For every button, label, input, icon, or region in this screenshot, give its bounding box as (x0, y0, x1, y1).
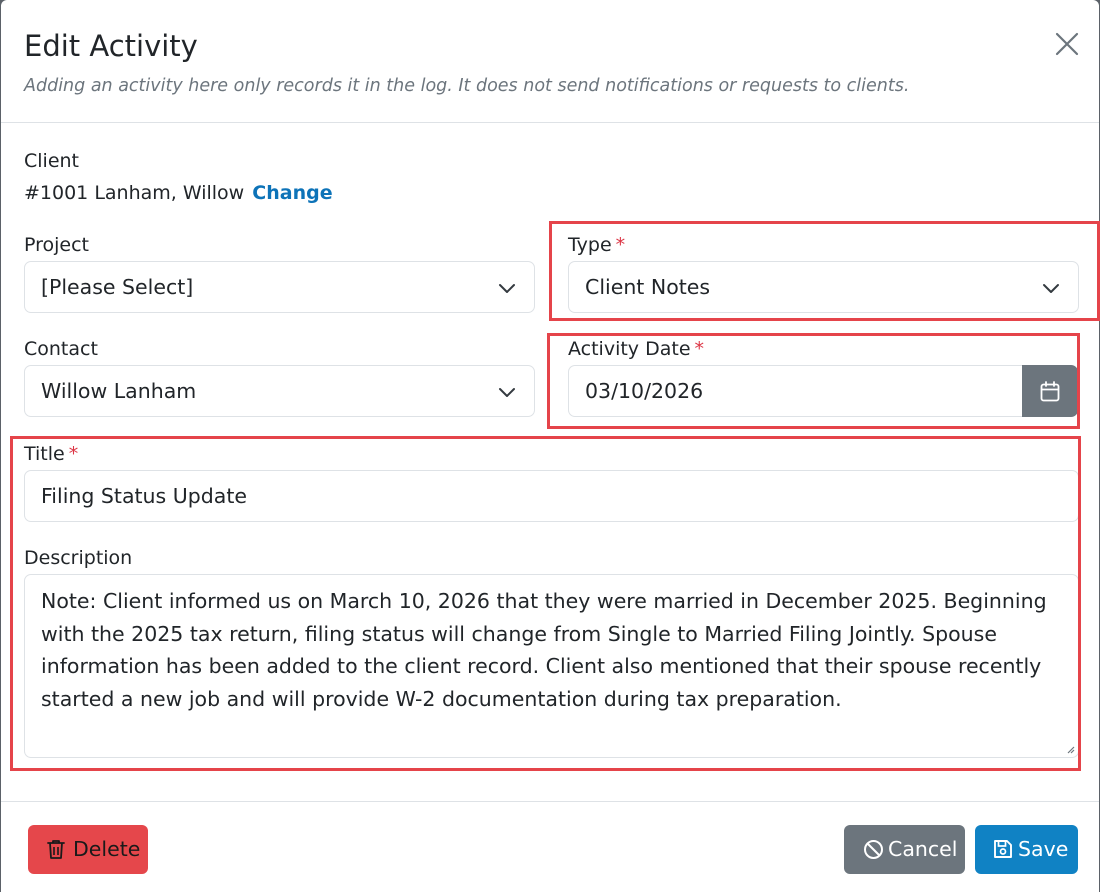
close-icon (1055, 32, 1079, 56)
client-info: #1001 Lanham, Willow Change (24, 180, 333, 206)
title-value: Filing Status Update (41, 484, 247, 508)
calendar-button[interactable] (1022, 365, 1078, 417)
contact-select[interactable]: Willow Lanham (24, 365, 535, 417)
dialog-subtitle: Adding an activity here only records it … (24, 76, 910, 96)
change-client-link[interactable]: Change (252, 182, 332, 204)
save-label: Save (1018, 837, 1069, 861)
type-label-text: Type (568, 234, 612, 256)
chevron-down-icon (499, 388, 515, 397)
delete-button[interactable]: Delete (28, 825, 148, 874)
type-label: Type * (568, 233, 625, 257)
client-label: Client (24, 150, 80, 172)
description-text: Note: Client informed us on March 10, 20… (41, 589, 1047, 711)
floppy-disk-icon (994, 840, 1012, 858)
title-input[interactable]: Filing Status Update (24, 470, 1079, 522)
client-value: #1001 Lanham, Willow (24, 182, 245, 204)
ban-icon (864, 840, 883, 859)
contact-selected-value: Willow Lanham (41, 379, 197, 403)
title-label-text: Title (24, 443, 65, 465)
required-marker: * (615, 234, 626, 256)
cancel-label: Cancel (888, 837, 958, 861)
activity-date-value: 03/10/2026 (585, 379, 704, 403)
chevron-down-icon (1043, 284, 1059, 293)
save-button[interactable]: Save (975, 825, 1078, 874)
edit-activity-dialog: Edit Activity Adding an activity here on… (1, 0, 1100, 892)
project-selected-value: [Please Select] (41, 275, 194, 299)
type-selected-value: Client Notes (585, 275, 711, 299)
project-label: Project (24, 234, 90, 256)
required-marker: * (694, 338, 705, 360)
delete-label: Delete (73, 837, 141, 861)
activity-date-input[interactable]: 03/10/2026 (568, 365, 1022, 417)
description-label: Description (24, 547, 133, 569)
type-select[interactable]: Client Notes (568, 261, 1079, 313)
chevron-down-icon (499, 284, 515, 293)
description-textarea[interactable]: Note: Client informed us on March 10, 20… (24, 574, 1079, 758)
contact-label: Contact (24, 338, 98, 360)
calendar-icon (1040, 381, 1060, 402)
resize-grip-icon[interactable] (1065, 744, 1075, 754)
cancel-button[interactable]: Cancel (844, 825, 965, 874)
activity-date-label-text: Activity Date (568, 338, 691, 360)
activity-date-label: Activity Date * (568, 337, 704, 361)
required-marker: * (68, 443, 79, 465)
dialog-header: Edit Activity Adding an activity here on… (1, 0, 1099, 123)
close-button[interactable] (1053, 30, 1081, 58)
project-select[interactable]: [Please Select] (24, 261, 535, 313)
trash-icon (47, 840, 65, 859)
dialog-footer: Delete Cancel Save (1, 801, 1099, 892)
dialog-title: Edit Activity (24, 29, 198, 63)
title-label: Title * (24, 442, 78, 466)
